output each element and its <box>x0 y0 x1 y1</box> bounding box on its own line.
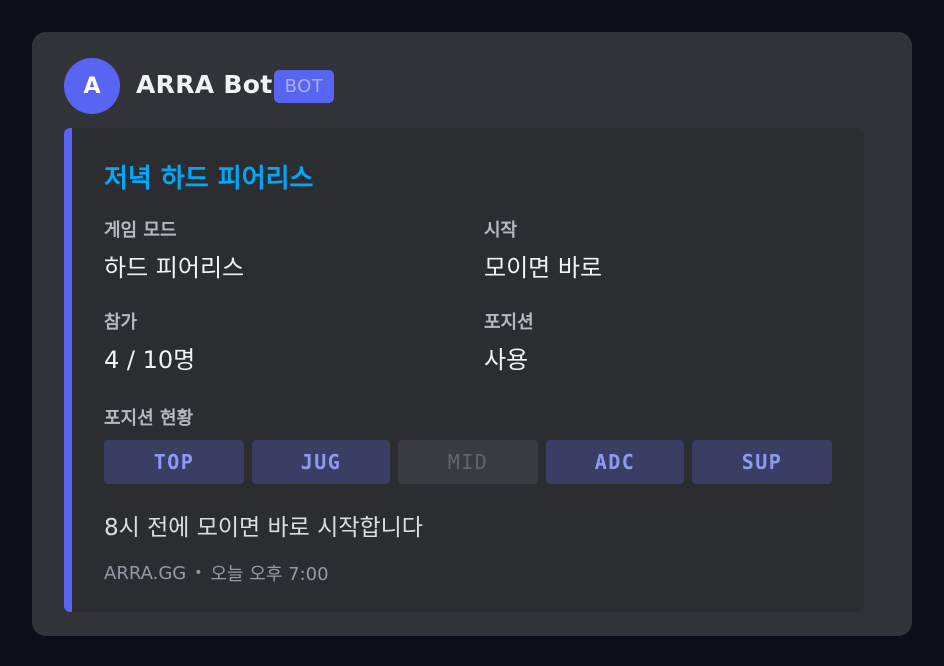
footer-separator: • <box>194 565 203 581</box>
footer-timestamp: 오늘 오후 7:00 <box>210 564 329 585</box>
field-value-game-mode: 하드 피어리스 <box>104 254 245 282</box>
field-name-participants: 참가 <box>104 312 138 333</box>
embed-accent-bar <box>64 128 72 612</box>
position-mid-button[interactable]: MID <box>398 440 538 484</box>
position-adc-button[interactable]: ADC <box>546 440 684 484</box>
position-status-row: TOP JUG MID ADC SUP <box>104 440 832 484</box>
embed-footer: ARRA.GG • 오늘 오후 7:00 <box>104 560 329 586</box>
field-name-start: 시작 <box>484 220 518 241</box>
field-value-start: 모이면 바로 <box>484 254 603 282</box>
positions-status-label: 포지션 현황 <box>104 408 194 429</box>
bot-badge: BOT <box>274 70 334 103</box>
bot-name[interactable]: ARRA Bot <box>136 70 272 99</box>
embed-title: 저녁 하드 피어리스 <box>104 164 314 194</box>
position-top-button[interactable]: TOP <box>104 440 244 484</box>
field-value-position: 사용 <box>484 346 529 374</box>
field-value-participants: 4 / 10명 <box>104 346 196 374</box>
field-name-position: 포지션 <box>484 312 534 333</box>
field-name-game-mode: 게임 모드 <box>104 220 177 241</box>
message-card: A ARRA Bot BOT 저녁 하드 피어리스 게임 모드 하드 피어리스 … <box>32 32 912 636</box>
footer-text: ARRA.GG <box>104 562 187 584</box>
position-sup-button[interactable]: SUP <box>692 440 832 484</box>
position-jug-button[interactable]: JUG <box>252 440 390 484</box>
embed-description: 8시 전에 모이면 바로 시작합니다 <box>104 515 423 541</box>
embed: 저녁 하드 피어리스 게임 모드 하드 피어리스 시작 모이면 바로 참가 4 … <box>64 128 864 612</box>
bot-avatar[interactable]: A <box>64 58 120 114</box>
